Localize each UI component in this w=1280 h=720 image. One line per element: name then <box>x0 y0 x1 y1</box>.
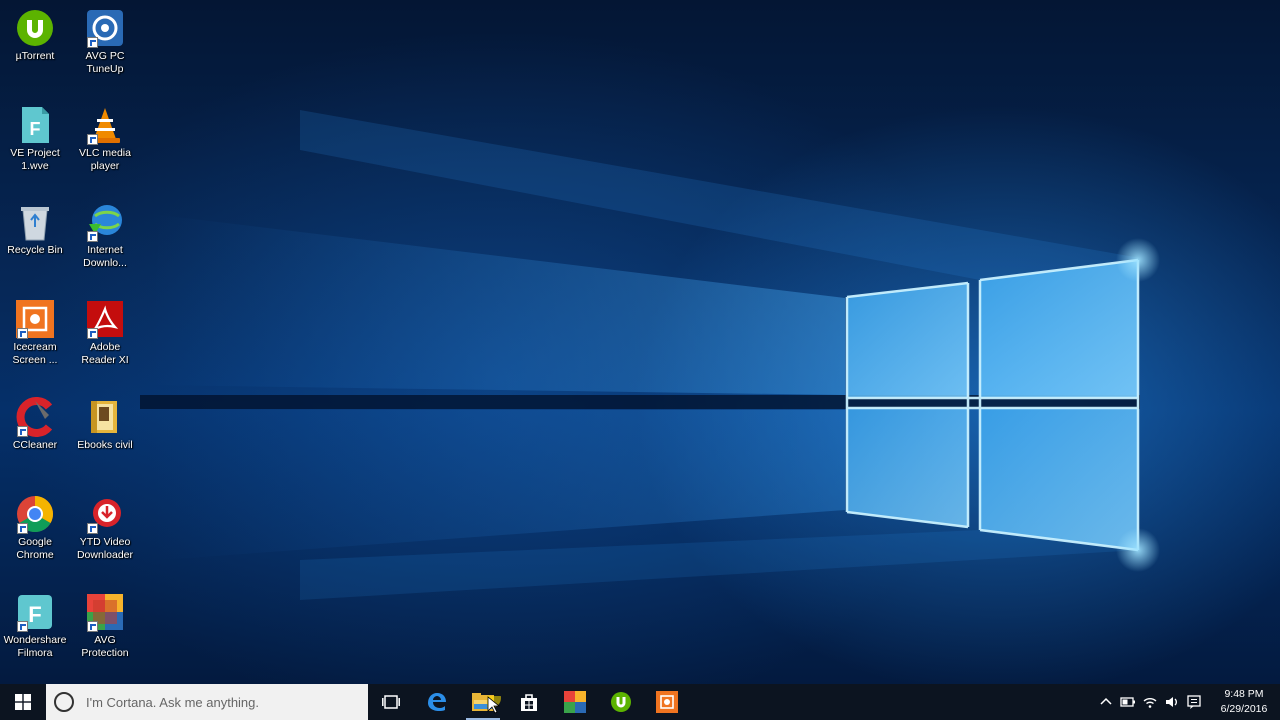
desktop-icon-label: µTorrent <box>15 50 55 62</box>
shortcut-arrow-icon <box>17 328 28 339</box>
desktop-icon-label: VLC media player <box>79 147 131 172</box>
battery-icon[interactable] <box>1120 694 1136 710</box>
desktop-icon-vlc[interactable]: VLC media player <box>70 101 140 191</box>
shortcut-arrow-icon <box>87 37 98 48</box>
mouse-cursor-icon <box>487 696 501 714</box>
desktop-icon-label: VE Project 1.wve <box>10 147 60 172</box>
clock-date: 6/29/2016 <box>1220 703 1268 715</box>
start-button[interactable] <box>0 684 46 720</box>
folder-icon <box>85 397 125 437</box>
desktop-icon-recycle-bin[interactable]: Recycle Bin <box>0 198 70 288</box>
desktop-icon-avg-pc-tuneup[interactable]: AVG PC TuneUp <box>70 4 140 94</box>
chrome-icon <box>15 494 55 534</box>
ytd-downloader-icon <box>85 494 125 534</box>
shortcut-arrow-icon <box>17 426 28 437</box>
svg-text:F: F <box>30 119 41 139</box>
avg-tuneup-icon <box>85 8 125 48</box>
windows-logo-icon <box>15 694 31 710</box>
desktop-icon-label: Internet Downlo... <box>83 244 127 269</box>
desktop-icon-ccleaner[interactable]: CCleaner <box>0 393 70 483</box>
icecream-taskbar-button[interactable] <box>644 684 690 720</box>
clock[interactable]: 9:48 PM 6/29/2016 <box>1214 687 1274 717</box>
cortana-search-box[interactable]: I'm Cortana. Ask me anything. <box>46 684 368 720</box>
clock-time: 9:48 PM <box>1224 688 1264 700</box>
icecream-screen-recorder-icon <box>15 299 55 339</box>
task-view-button[interactable] <box>368 684 414 720</box>
desktop-icon-google-chrome[interactable]: Google Chrome <box>0 490 70 580</box>
shortcut-arrow-icon <box>87 134 98 145</box>
vlc-icon <box>85 105 125 145</box>
desktop-icon-label: Icecream Screen ... <box>12 341 58 366</box>
wifi-icon[interactable] <box>1142 694 1158 710</box>
shortcut-arrow-icon <box>87 231 98 242</box>
cortana-placeholder: I'm Cortana. Ask me anything. <box>86 694 260 710</box>
desktop-icon-label: Adobe Reader XI <box>81 341 129 366</box>
svg-text:F: F <box>28 602 41 627</box>
desktop-icon-internet-download-manager[interactable]: Internet Downlo... <box>70 198 140 288</box>
adobe-reader-icon <box>85 299 125 339</box>
system-tray: 9:48 PM 6/29/2016 <box>1090 684 1280 720</box>
filmora-icon: F <box>15 592 55 632</box>
utorrent-taskbar-button[interactable] <box>598 684 644 720</box>
desktop-icon-label: AVG PC TuneUp <box>85 50 125 75</box>
desktop-icon-label: Wondershare Filmora <box>3 634 67 659</box>
chevron-up-icon[interactable] <box>1098 694 1114 710</box>
desktop-icon-label: Ebooks civil <box>77 439 133 451</box>
shortcut-arrow-icon <box>87 523 98 534</box>
shortcut-arrow-icon <box>17 621 28 632</box>
desktop-icon-utorrent[interactable]: µTorrent <box>0 4 70 94</box>
action-center-icon[interactable] <box>1186 694 1202 710</box>
desktop-icon-wondershare-filmora[interactable]: F Wondershare Filmora <box>0 588 70 678</box>
desktop-icon-label: Recycle Bin <box>7 244 63 256</box>
edge-taskbar-button[interactable] <box>414 684 460 720</box>
taskbar: I'm Cortana. Ask me anything. 9:48 PM 6/… <box>0 684 1280 720</box>
shortcut-arrow-icon <box>87 621 98 632</box>
ccleaner-icon <box>15 397 55 437</box>
desktop-icon-adobe-reader[interactable]: Adobe Reader XI <box>70 295 140 385</box>
wallpaper <box>140 110 1160 600</box>
desktop-icon-ve-project[interactable]: F VE Project 1.wve <box>0 101 70 191</box>
desktop[interactable]: µTorrent AVG PC TuneUp F VE Project 1.wv… <box>0 0 1280 684</box>
desktop-icon-label: Google Chrome <box>16 536 54 561</box>
desktop-icon-label: AVG Protection <box>81 634 129 659</box>
cortana-icon <box>54 692 74 712</box>
avg-taskbar-icon <box>564 691 586 713</box>
task-view-icon <box>382 695 400 709</box>
store-icon <box>521 694 537 711</box>
recycle-bin-icon <box>15 202 55 242</box>
desktop-icon-label: YTD Video Downloader <box>76 536 134 561</box>
desktop-icon-icecream-screen-recorder[interactable]: Icecream Screen ... <box>0 295 70 385</box>
store-taskbar-button[interactable] <box>506 684 552 720</box>
avg-protection-icon <box>85 592 125 632</box>
utorrent-icon <box>15 8 55 48</box>
desktop-icon-avg-protection[interactable]: AVG Protection <box>70 588 140 678</box>
edge-icon <box>428 693 446 711</box>
desktop-icon-label: CCleaner <box>12 439 58 451</box>
internet-download-manager-icon <box>85 202 125 242</box>
shortcut-arrow-icon <box>87 328 98 339</box>
icecream-taskbar-icon <box>656 691 678 713</box>
utorrent-taskbar-icon <box>611 692 631 712</box>
desktop-icon-ytd-video-downloader[interactable]: YTD Video Downloader <box>70 490 140 580</box>
volume-icon[interactable] <box>1164 694 1180 710</box>
avg-taskbar-button[interactable] <box>552 684 598 720</box>
shortcut-arrow-icon <box>17 523 28 534</box>
filmora-project-icon: F <box>15 105 55 145</box>
file-explorer-taskbar-button[interactable] <box>460 684 506 720</box>
desktop-icon-ebooks-civil[interactable]: Ebooks civil <box>70 393 140 483</box>
